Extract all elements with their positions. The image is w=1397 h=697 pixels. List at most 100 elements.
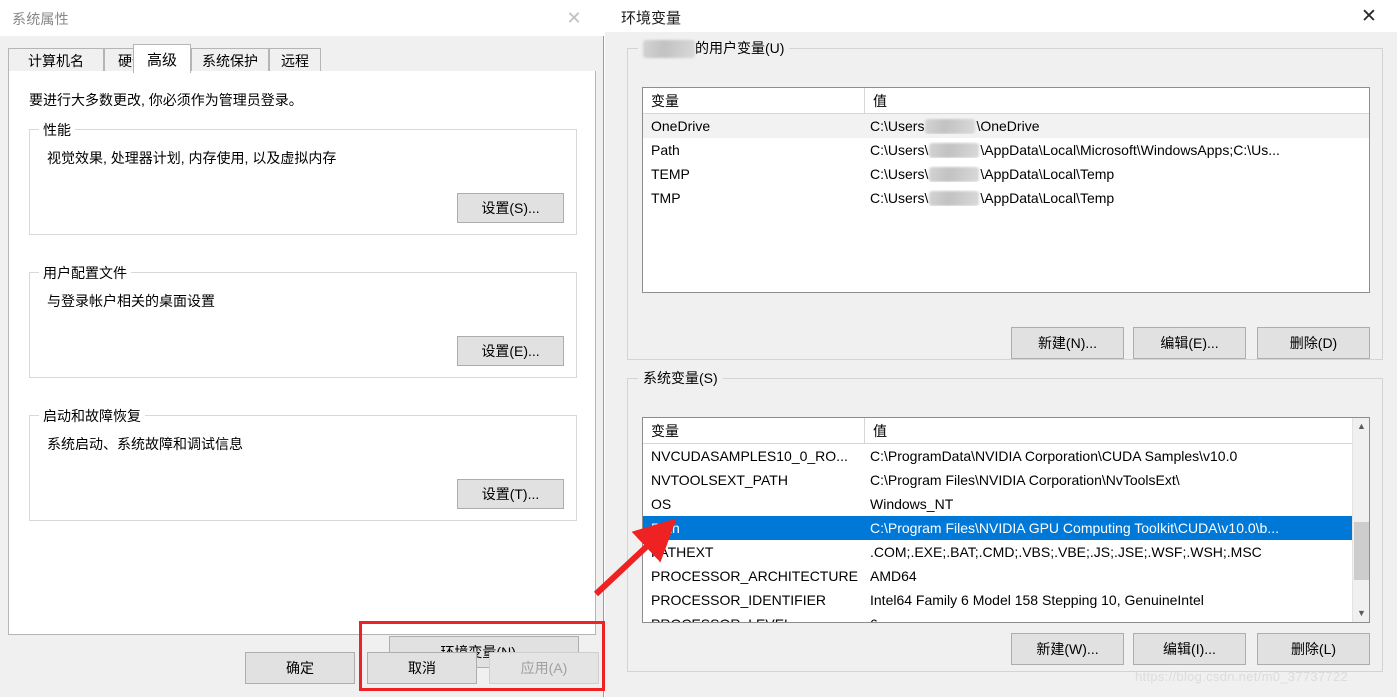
variable-name: Path bbox=[651, 520, 680, 536]
environment-variables-dialog: 环境变量 ✕ 的用户变量(U) 变量 值 OneDrive C:\Users \O… bbox=[605, 0, 1397, 697]
admin-requirement-note: 要进行大多数更改, 你必须作为管理员登录。 bbox=[29, 92, 303, 108]
environment-variables-titlebar: 环境变量 ✕ bbox=[605, 0, 1397, 32]
apply-button[interactable]: 应用(A) bbox=[489, 652, 599, 684]
system-properties-footer: 确定 取消 应用(A) bbox=[0, 645, 604, 697]
user-profiles-description: 与登录帐户相关的桌面设置 bbox=[47, 293, 215, 309]
system-properties-dialog: 系统属性 ✕ 计算机名 硬件 高级 系统保护 远程 要进行大多数更改, 你必须作… bbox=[0, 0, 605, 697]
tab-computer-name[interactable]: 计算机名 bbox=[8, 48, 104, 73]
user-variables-group-title: 的用户变量(U) bbox=[638, 38, 790, 59]
system-new-button[interactable]: 新建(W)... bbox=[1011, 633, 1124, 665]
system-variables-group: 系统变量(S) 变量 值 NVCUDASAMPLES10_0_RO... C:\… bbox=[627, 368, 1384, 672]
table-row-selected[interactable]: Path C:\Program Files\NVIDIA GPU Computi… bbox=[643, 516, 1369, 540]
variable-value: Windows_NT bbox=[870, 496, 954, 512]
variable-value: .COM;.EXE;.BAT;.CMD;.VBS;.VBE;.JS;.JSE;.… bbox=[870, 544, 1262, 560]
variable-name: NVTOOLSEXT_PATH bbox=[651, 472, 788, 488]
advanced-tab-panel: 要进行大多数更改, 你必须作为管理员登录。 性能 视觉效果, 处理器计划, 内存… bbox=[8, 71, 605, 691]
performance-group: 性能 视觉效果, 处理器计划, 内存使用, 以及虚拟内存 设置(S)... bbox=[29, 120, 577, 235]
table-row[interactable]: NVCUDASAMPLES10_0_RO... C:\ProgramData\N… bbox=[643, 444, 1369, 468]
variable-name: PROCESSOR_IDENTIFIER bbox=[651, 592, 827, 608]
chevron-down-icon[interactable]: ▼ bbox=[1353, 605, 1369, 622]
variable-value: C:\ProgramData\NVIDIA Corporation\CUDA S… bbox=[870, 448, 1238, 464]
table-row[interactable]: PROCESSOR_ARCHITECTURE AMD64 bbox=[643, 564, 1369, 588]
system-variables-list[interactable]: 变量 值 NVCUDASAMPLES10_0_RO... C:\ProgramD… bbox=[642, 417, 1370, 623]
startup-recovery-group: 启动和故障恢复 系统启动、系统故障和调试信息 设置(T)... bbox=[29, 406, 577, 521]
column-header-variable[interactable]: 变量 bbox=[643, 418, 865, 443]
startup-recovery-settings-button[interactable]: 设置(T)... bbox=[457, 479, 564, 509]
user-profiles-group-title: 用户配置文件 bbox=[39, 263, 131, 283]
system-variables-group-title: 系统变量(S) bbox=[638, 368, 723, 388]
table-row[interactable]: PATHEXT .COM;.EXE;.BAT;.CMD;.VBS;.VBE;.J… bbox=[643, 540, 1369, 564]
redacted-username bbox=[643, 40, 695, 59]
table-row[interactable]: NVTOOLSEXT_PATH C:\Program Files\NVIDIA … bbox=[643, 468, 1369, 492]
table-row[interactable]: PROCESSOR_LEVEL 6 bbox=[643, 612, 1369, 622]
performance-settings-button[interactable]: 设置(S)... bbox=[457, 193, 564, 223]
scrollbar-thumb[interactable] bbox=[1354, 522, 1369, 580]
variable-value: C:\Program Files\NVIDIA Corporation\NvTo… bbox=[870, 472, 1180, 488]
system-properties-tabstrip: 计算机名 硬件 高级 系统保护 远程 bbox=[8, 44, 596, 73]
variable-name: OneDrive bbox=[651, 118, 711, 134]
close-icon[interactable]: ✕ bbox=[554, 4, 594, 32]
user-variables-title-text: 的用户变量(U) bbox=[695, 40, 785, 56]
table-row[interactable]: TMP C:\Users\ \AppData\Local\Temp bbox=[643, 186, 1369, 210]
tab-system-protection[interactable]: 系统保护 bbox=[191, 48, 269, 73]
system-variables-buttons: 新建(W)... 编辑(I)... 删除(L) bbox=[628, 633, 1384, 667]
user-new-button[interactable]: 新建(N)... bbox=[1011, 327, 1124, 359]
user-variables-header: 变量 值 bbox=[643, 88, 1369, 114]
redacted-username bbox=[929, 167, 980, 183]
variable-name: NVCUDASAMPLES10_0_RO... bbox=[651, 448, 848, 464]
system-delete-button[interactable]: 删除(L) bbox=[1257, 633, 1370, 665]
system-properties-title: 系统属性 bbox=[12, 11, 69, 27]
table-row[interactable]: OS Windows_NT bbox=[643, 492, 1369, 516]
column-header-variable[interactable]: 变量 bbox=[643, 88, 865, 113]
system-edit-button[interactable]: 编辑(I)... bbox=[1133, 633, 1246, 665]
screen: 系统属性 ✕ 计算机名 硬件 高级 系统保护 远程 要进行大多数更改, 你必须作… bbox=[0, 0, 1397, 697]
startup-recovery-group-title: 启动和故障恢复 bbox=[39, 406, 145, 426]
variable-name: PATHEXT bbox=[651, 544, 714, 560]
user-edit-button[interactable]: 编辑(E)... bbox=[1133, 327, 1246, 359]
variable-value: C:\Users\ \AppData\Local\Temp bbox=[870, 189, 1115, 207]
variable-name: PROCESSOR_ARCHITECTURE bbox=[651, 568, 858, 584]
variable-value: C:\Users \OneDrive bbox=[870, 117, 1040, 135]
table-row[interactable]: Path C:\Users\ \AppData\Local\Microsoft\W… bbox=[643, 138, 1369, 162]
table-row[interactable]: OneDrive C:\Users \OneDrive bbox=[643, 114, 1369, 138]
redacted-username bbox=[929, 191, 980, 207]
column-header-value[interactable]: 值 bbox=[865, 418, 1369, 443]
variable-value: Intel64 Family 6 Model 158 Stepping 10, … bbox=[870, 592, 1204, 608]
variable-name: TMP bbox=[651, 190, 681, 206]
system-variables-header: 变量 值 bbox=[643, 418, 1369, 444]
cancel-button[interactable]: 取消 bbox=[367, 652, 477, 684]
startup-recovery-description: 系统启动、系统故障和调试信息 bbox=[47, 436, 243, 452]
system-variables-rows: NVCUDASAMPLES10_0_RO... C:\ProgramData\N… bbox=[643, 444, 1369, 622]
ok-button[interactable]: 确定 bbox=[245, 652, 355, 684]
table-row[interactable]: TEMP C:\Users\ \AppData\Local\Temp bbox=[643, 162, 1369, 186]
user-profiles-settings-button[interactable]: 设置(E)... bbox=[457, 336, 564, 366]
system-variables-scrollbar[interactable]: ▲ ▼ bbox=[1352, 418, 1369, 622]
user-variables-buttons: 新建(N)... 编辑(E)... 删除(D) bbox=[628, 327, 1384, 361]
environment-variables-title: 环境变量 bbox=[621, 10, 682, 27]
table-row[interactable]: PROCESSOR_IDENTIFIER Intel64 Family 6 Mo… bbox=[643, 588, 1369, 612]
variable-value: C:\Program Files\NVIDIA GPU Computing To… bbox=[870, 520, 1279, 536]
close-icon[interactable]: ✕ bbox=[1347, 2, 1391, 30]
variable-name: OS bbox=[651, 496, 672, 512]
variable-value: 6 bbox=[865, 616, 1369, 622]
variable-name: Path bbox=[651, 142, 680, 158]
user-variables-list[interactable]: 变量 值 OneDrive C:\Users \OneDrive Path C:\… bbox=[642, 87, 1370, 293]
variable-value: AMD64 bbox=[870, 568, 917, 584]
redacted-username bbox=[929, 143, 980, 159]
user-delete-button[interactable]: 删除(D) bbox=[1257, 327, 1370, 359]
tab-advanced[interactable]: 高级 bbox=[133, 44, 191, 73]
chevron-up-icon[interactable]: ▲ bbox=[1353, 418, 1369, 435]
performance-group-title: 性能 bbox=[39, 120, 75, 140]
user-profiles-group: 用户配置文件 与登录帐户相关的桌面设置 设置(E)... bbox=[29, 263, 577, 378]
variable-name: PROCESSOR_LEVEL bbox=[643, 616, 865, 622]
variable-value: C:\Users\ \AppData\Local\Temp bbox=[870, 165, 1115, 183]
user-variables-group: 的用户变量(U) 变量 值 OneDrive C:\Users \OneDrive… bbox=[627, 38, 1384, 361]
variable-name: TEMP bbox=[651, 166, 690, 182]
redacted-username bbox=[925, 119, 976, 135]
watermark: https://blog.csdn.net/m0_37737722 bbox=[1135, 669, 1348, 684]
variable-value: C:\Users\ \AppData\Local\Microsoft\Window… bbox=[870, 141, 1280, 159]
tab-remote[interactable]: 远程 bbox=[269, 48, 321, 73]
column-header-value[interactable]: 值 bbox=[865, 88, 1369, 113]
user-variables-rows: OneDrive C:\Users \OneDrive Path C:\Users… bbox=[643, 114, 1369, 210]
performance-description: 视觉效果, 处理器计划, 内存使用, 以及虚拟内存 bbox=[47, 150, 337, 166]
